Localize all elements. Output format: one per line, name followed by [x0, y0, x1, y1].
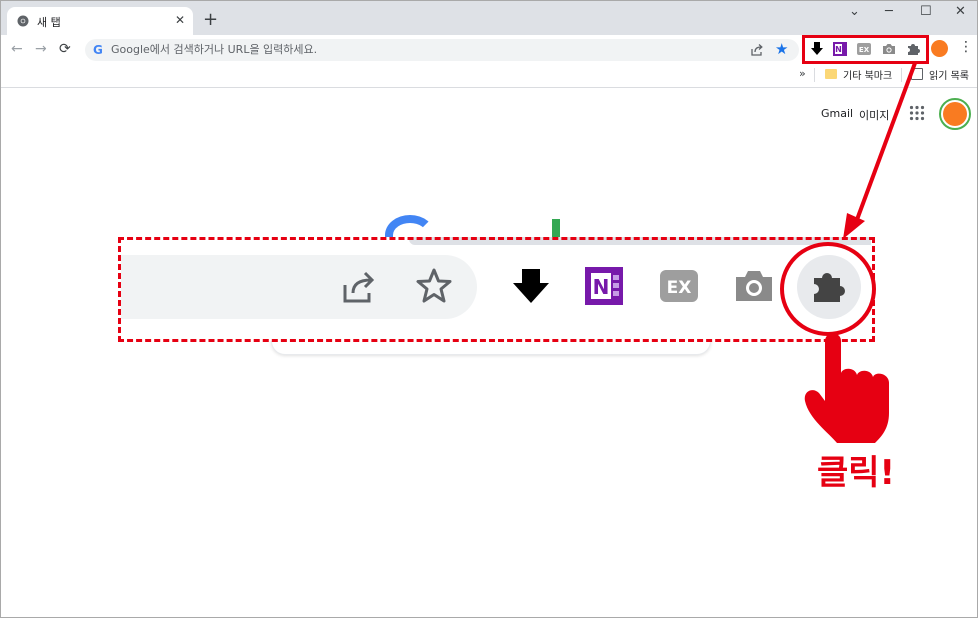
forward-button[interactable]: →: [35, 41, 47, 57]
profile-avatar[interactable]: [931, 40, 948, 57]
new-tab-button[interactable]: +: [203, 11, 218, 29]
reload-button[interactable]: ⟳: [59, 41, 71, 57]
minimize-button[interactable]: ─: [885, 5, 893, 19]
browser-window: 새 탭 ✕ + ⌄ ─ ☐ ✕ ← → ⟳ G Google에서 검색하거나 U…: [0, 0, 978, 618]
arrow-icon: [843, 62, 917, 239]
close-window-button[interactable]: ✕: [955, 5, 966, 19]
share-icon[interactable]: [749, 42, 765, 58]
address-bar[interactable]: G Google에서 검색하거나 URL을 입력하세요. ★: [85, 39, 799, 61]
click-annotation-text: 클릭!: [817, 453, 896, 493]
address-placeholder: Google에서 검색하거나 URL을 입력하세요.: [111, 43, 318, 56]
maximize-button[interactable]: ☐: [920, 5, 932, 19]
tab-search-icon[interactable]: ⌄: [849, 5, 860, 19]
zoom-highlight-box: [118, 237, 875, 342]
bookmark-separator: [814, 68, 815, 82]
chrome-menu-icon[interactable]: ⋮: [959, 38, 973, 56]
chrome-icon: [17, 15, 29, 27]
back-button[interactable]: ←: [11, 41, 23, 57]
google-g-icon: G: [93, 43, 103, 57]
reading-list-button[interactable]: 읽기 목록: [929, 67, 969, 82]
tab-close-icon[interactable]: ✕: [175, 13, 185, 27]
click-target-circle: [780, 242, 876, 336]
tab-strip: 새 탭 ✕ + ⌄ ─ ☐ ✕: [1, 1, 977, 35]
tab-title: 새 탭: [37, 16, 61, 29]
pointing-hand-icon: [804, 333, 889, 443]
bookmarks-overflow-button[interactable]: »: [799, 67, 806, 80]
bookmark-star-icon[interactable]: ★: [775, 40, 788, 58]
google-account-avatar[interactable]: [939, 98, 971, 130]
tab-new-tab[interactable]: 새 탭 ✕: [7, 7, 193, 35]
google-logo-fragment: [552, 219, 560, 239]
